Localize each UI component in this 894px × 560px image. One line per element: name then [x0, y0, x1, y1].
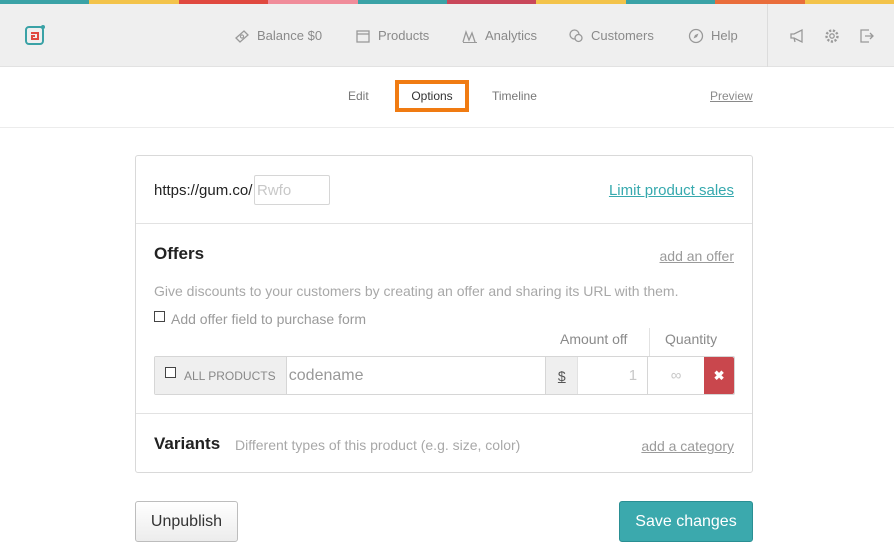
quantity-input[interactable]: ∞ — [648, 357, 704, 394]
add-offer-link[interactable]: add an offer — [660, 248, 734, 264]
preview-link[interactable]: Preview — [710, 89, 753, 103]
offers-title: Offers — [154, 244, 205, 263]
megaphone-icon[interactable] — [789, 27, 807, 45]
variants-description: Different types of this product (e.g. si… — [235, 437, 521, 453]
offers-description: Give discounts to your customers by crea… — [154, 283, 679, 299]
delete-offer-button[interactable]: ✖ — [704, 357, 734, 394]
save-changes-button[interactable]: Save changes — [619, 501, 753, 542]
nav-customers-label: Customers — [591, 28, 654, 43]
unpublish-button[interactable]: Unpublish — [135, 501, 238, 542]
limit-sales-link[interactable]: Limit product sales — [609, 182, 734, 199]
quantity-header: Quantity — [665, 331, 718, 347]
nav-products-label: Products — [378, 28, 430, 43]
tab-options[interactable]: Options — [395, 80, 469, 112]
offer-field-option: Add offer field to purchase form — [154, 310, 367, 327]
offer-field-checkbox[interactable] — [154, 310, 165, 322]
nav-balance-label: Balance $0 — [257, 28, 323, 43]
nav-products[interactable]: Products — [355, 4, 429, 67]
add-category-link[interactable]: add a category — [641, 438, 734, 454]
nav-balance[interactable]: Balance $0 — [234, 4, 322, 67]
offer-field-label: Add offer field to purchase form — [171, 311, 367, 327]
currency-toggle[interactable]: $ — [546, 357, 579, 394]
options-card: https://gum.co/ Rwfo Limit product sales… — [135, 155, 753, 473]
gear-icon[interactable] — [823, 27, 841, 45]
tab-edit[interactable]: Edit — [348, 89, 369, 103]
product-subnav: Edit Options Timeline Preview — [0, 67, 894, 128]
nav-customers[interactable]: Customers — [568, 4, 654, 67]
top-navbar: Balance $0 Products Analytics Customers … — [0, 4, 894, 67]
all-products-label: ALL PRODUCTS — [184, 368, 276, 383]
variants-section: Variants Different types of this product… — [136, 414, 752, 472]
nav-divider — [767, 4, 768, 67]
all-products-checkbox[interactable] — [165, 367, 176, 378]
nav-help-label: Help — [711, 28, 738, 43]
permalink-input[interactable]: Rwfo — [254, 175, 330, 205]
amount-off-input[interactable]: 1 — [578, 357, 649, 394]
all-products-cell: ALL PRODUCTS — [155, 357, 287, 394]
url-section: https://gum.co/ Rwfo Limit product sales — [136, 156, 752, 224]
offer-code-input[interactable]: codename — [287, 357, 547, 394]
amount-off-header: Amount off — [560, 331, 628, 347]
gumroad-logo-icon[interactable] — [24, 24, 46, 46]
column-divider — [649, 328, 650, 356]
nav-analytics-label: Analytics — [485, 28, 538, 43]
tab-timeline[interactable]: Timeline — [492, 89, 537, 103]
money-icon — [235, 29, 249, 43]
chat-icon — [569, 28, 583, 42]
close-icon: ✖ — [713, 367, 725, 383]
nav-help[interactable]: Help — [688, 4, 738, 67]
logout-icon[interactable] — [858, 27, 876, 45]
compass-icon — [688, 28, 704, 43]
chart-icon — [462, 29, 477, 43]
variants-title: Variants — [154, 434, 221, 453]
url-prefix: https://gum.co/ — [154, 182, 253, 199]
offer-row: ALL PRODUCTS codename $ 1 ∞ ✖ — [154, 356, 735, 395]
nav-analytics[interactable]: Analytics — [462, 4, 537, 67]
calendar-icon — [356, 29, 370, 43]
